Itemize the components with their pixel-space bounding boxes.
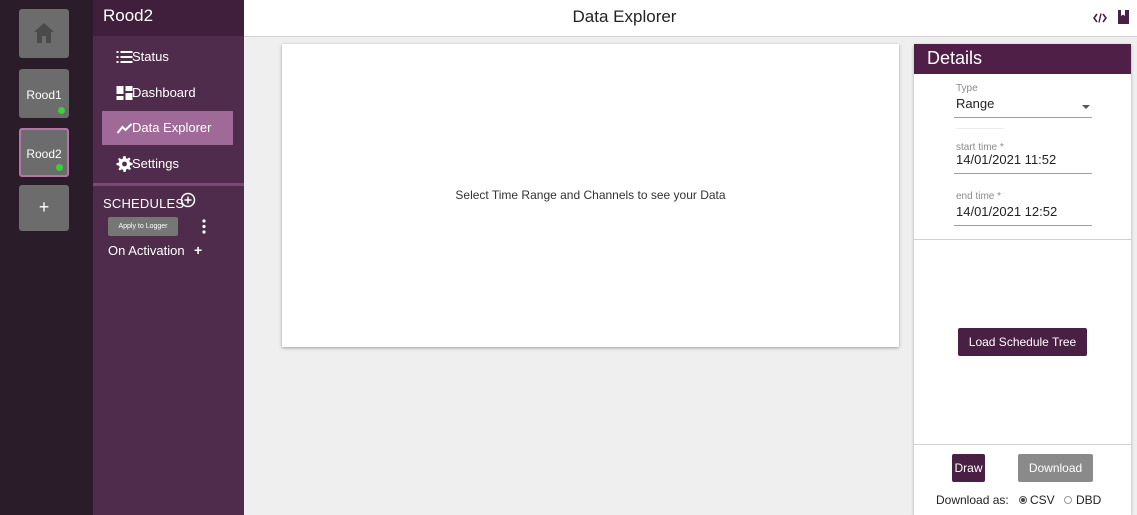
top-bar: Data Explorer xyxy=(244,0,1137,37)
section-divider xyxy=(914,444,1131,445)
type-field-label: Type xyxy=(956,83,978,94)
draw-button[interactable]: Draw xyxy=(952,454,985,482)
book-icon[interactable] xyxy=(1118,10,1129,24)
end-time-underline xyxy=(954,225,1092,226)
dashboard-icon xyxy=(116,86,133,100)
plot-area: Select Time Range and Channels to see yo… xyxy=(282,44,899,347)
apply-to-logger-button[interactable]: Apply to Logger xyxy=(108,217,178,236)
home-button[interactable] xyxy=(19,9,69,58)
details-title: Details xyxy=(927,48,983,68)
start-time-field[interactable]: 14/01/2021 11:52 xyxy=(954,150,1092,174)
device-label: Rood1 xyxy=(26,88,62,102)
type-select-value: Range xyxy=(956,96,995,111)
page-title: Data Explorer xyxy=(572,7,677,26)
sidebar-item-label: Settings xyxy=(132,156,179,171)
home-icon xyxy=(34,23,54,43)
dbd-radio[interactable] xyxy=(1064,496,1072,504)
list-icon xyxy=(116,51,133,63)
sidebar-item-status[interactable]: Status xyxy=(102,40,233,74)
start-time-value: 14/01/2021 11:52 xyxy=(956,152,1057,167)
load-schedule-tree-button[interactable]: Load Schedule Tree xyxy=(958,328,1087,356)
sidebar-item-settings[interactable]: Settings xyxy=(102,147,233,181)
line-chart-icon xyxy=(116,123,133,134)
sidebar-header: Rood2 xyxy=(93,0,244,36)
device-button-rood1[interactable]: Rood1 xyxy=(19,69,69,118)
details-panel: Details Type Range start time * 14/01/20… xyxy=(914,44,1131,515)
end-time-value: 14/01/2021 12:52 xyxy=(956,204,1058,219)
empty-plot-message: Select Time Range and Channels to see yo… xyxy=(455,188,726,202)
end-time-field[interactable]: 14/01/2021 12:52 xyxy=(954,202,1092,226)
csv-radio-label: CSV xyxy=(1030,493,1055,507)
add-device-button[interactable]: + xyxy=(19,185,69,231)
more-vert-icon[interactable] xyxy=(199,217,209,236)
sidebar: Rood2 Status Dashboard Data Explorer Set… xyxy=(93,0,244,515)
download-as-label: Download as: xyxy=(936,493,1009,507)
device-button-rood2[interactable]: Rood2 xyxy=(19,128,69,177)
plus-icon: + xyxy=(38,197,50,217)
schedules-heading: SCHEDULES xyxy=(103,196,185,211)
csv-radio[interactable] xyxy=(1019,496,1027,504)
details-header: Details xyxy=(914,44,1131,74)
sidebar-item-dashboard[interactable]: Dashboard xyxy=(102,76,233,110)
section-divider xyxy=(914,239,1131,240)
type-underline xyxy=(954,117,1092,118)
sidebar-item-data-explorer[interactable]: Data Explorer xyxy=(102,111,233,145)
sidebar-item-label: Data Explorer xyxy=(132,120,212,135)
status-dot-icon xyxy=(58,107,65,114)
add-circle-icon[interactable] xyxy=(180,192,196,208)
code-icon[interactable] xyxy=(1093,11,1107,25)
field-divider xyxy=(956,128,1004,129)
status-dot-icon xyxy=(56,164,63,171)
dbd-radio-label: DBD xyxy=(1076,493,1102,507)
sidebar-item-label: Dashboard xyxy=(132,85,196,100)
device-name: Rood2 xyxy=(103,6,154,25)
device-rail: Rood1 Rood2 + xyxy=(0,0,93,515)
sidebar-divider xyxy=(93,183,244,186)
download-button[interactable]: Download xyxy=(1018,454,1093,482)
sidebar-item-label: Status xyxy=(132,49,169,64)
device-label: Rood2 xyxy=(26,147,62,161)
on-activation-label: On Activation xyxy=(108,243,185,258)
end-time-label: end time * xyxy=(956,191,1002,202)
start-time-underline xyxy=(954,173,1092,174)
chevron-down-icon xyxy=(1082,105,1090,109)
gear-icon xyxy=(116,156,133,172)
add-activation-button[interactable]: + xyxy=(194,242,202,258)
